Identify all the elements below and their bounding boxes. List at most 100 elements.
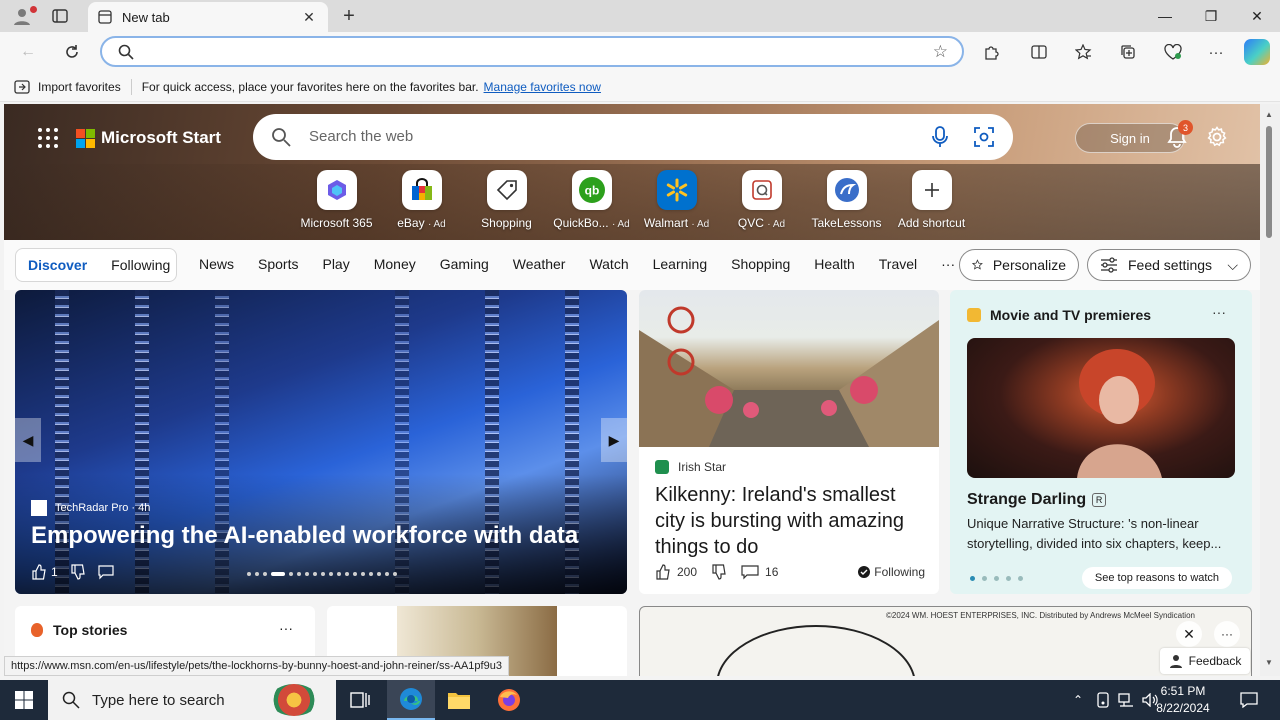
scroll-up-arrow-icon[interactable]: ▲ [1265,110,1273,119]
start-button[interactable] [0,680,48,720]
close-window-button[interactable]: ✕ [1234,0,1280,32]
tab-travel[interactable]: Travel [879,256,917,272]
shortcut-ebay[interactable]: eBay · Ad [379,170,464,230]
add-shortcut-button[interactable]: Add shortcut [889,170,974,230]
tab-weather[interactable]: Weather [513,256,566,272]
category-tabs: News Sports Play Money Gaming Weather Wa… [199,256,979,272]
carousel-dots[interactable] [247,572,401,576]
network-device-icon[interactable] [1094,680,1112,720]
scrollbar-thumb[interactable] [1266,126,1272,238]
comment-button[interactable] [98,564,114,580]
back-button[interactable]: ← [14,38,42,66]
taskbar-firefox[interactable] [485,680,533,720]
minimize-button[interactable]: — [1142,0,1188,32]
manage-favorites-link[interactable]: Manage favorites now [484,80,601,94]
visual-search-icon[interactable] [973,126,995,148]
favorites-button[interactable] [1068,38,1098,66]
movie-title-text: Strange Darling [967,491,1087,508]
comment-button[interactable]: 16 [741,564,778,580]
tab-following[interactable]: Following [99,257,182,273]
tab-money[interactable]: Money [374,256,416,272]
task-view-button[interactable] [336,680,384,720]
gear-icon[interactable] [1206,126,1228,148]
tab-learning[interactable]: Learning [653,256,708,272]
app-launcher-icon[interactable] [38,128,58,148]
close-icon[interactable]: ✕ [1176,621,1202,647]
edge-icon [400,688,422,710]
shortcut-microsoft-365[interactable]: Microsoft 365 [294,170,379,230]
page-scrollbar[interactable]: ▲ ▼ [1260,104,1280,676]
close-tab-icon[interactable]: ✕ [300,8,318,26]
personalize-button[interactable]: Personalize [959,249,1079,281]
action-center-button[interactable] [1234,680,1264,720]
more-options-icon[interactable]: ··· [1214,621,1240,647]
address-input[interactable] [142,42,902,62]
refresh-button[interactable] [58,38,86,66]
import-favorites-button[interactable]: Import favorites [14,80,121,94]
movie-premieres-card[interactable]: Movie and TV premieres ··· Strange Darli… [950,290,1252,594]
previous-slide-button[interactable]: ◀ [15,418,41,462]
story-headline[interactable]: Empowering the AI-enabled workforce with… [31,522,578,550]
tab-play[interactable]: Play [322,256,349,272]
shortcut-takelessons[interactable]: TakeLessons [804,170,889,230]
like-button[interactable]: 200 [655,564,697,580]
following-status[interactable]: Following [858,565,925,579]
show-hidden-icons[interactable]: ⌃ [1068,680,1088,720]
extensions-button[interactable] [976,38,1006,66]
tab-watch[interactable]: Watch [589,256,628,272]
notification-badge: 3 [1178,120,1193,135]
tab-gaming[interactable]: Gaming [440,256,489,272]
tab-sports[interactable]: Sports [258,256,298,272]
favorite-star-icon[interactable]: ☆ [933,42,948,62]
web-search-box[interactable]: Search the web [253,114,1013,160]
address-bar[interactable]: ☆ [100,36,964,67]
taskbar-edge[interactable] [387,680,435,720]
see-top-reasons-button[interactable]: See top reasons to watch [1082,567,1232,589]
profile-icon [14,9,30,25]
tab-health[interactable]: Health [814,256,854,272]
system-clock[interactable]: 6:51 PM 8/22/2024 [1138,683,1228,717]
card-more-button[interactable]: ··· [279,620,293,636]
card-more-button[interactable]: ··· [1212,304,1226,320]
microphone-icon[interactable] [931,126,949,148]
microsoft-start-logo[interactable]: Microsoft Start [76,128,221,148]
tab-actions-button[interactable] [46,4,74,28]
new-tab-button[interactable]: + [338,4,360,28]
navigation-bar: ← ☆ ··· [0,32,1280,72]
dislike-button[interactable] [70,564,86,580]
shortcut-shopping[interactable]: Shopping [464,170,549,230]
restore-button[interactable]: ❐ [1188,0,1234,32]
collections-button[interactable] [1113,38,1143,66]
featured-story-card[interactable]: ◀ ▶ TechRadar Pro · 4h Empowering the AI… [15,290,627,594]
device-icon [1097,692,1109,708]
tab-new-tab[interactable]: New tab ✕ [88,2,328,32]
dislike-button[interactable] [711,564,727,580]
next-slide-button[interactable]: ▶ [601,418,627,462]
microsoft-logo-icon [76,128,95,148]
shortcut-quickbooks[interactable]: qb QuickBo... · Ad [549,170,634,230]
more-categories-button[interactable]: ··· [941,256,955,272]
split-screen-button[interactable] [1024,38,1054,66]
taskbar-file-explorer[interactable] [435,680,483,720]
news-card-kilkenny[interactable]: Irish Star Kilkenny: Ireland's smallest … [639,290,939,594]
profile-button[interactable] [8,4,37,28]
tab-shopping[interactable]: Shopping [731,256,790,272]
clock-date: 8/22/2024 [1156,701,1210,715]
feedback-button[interactable]: Feedback [1160,648,1250,674]
network-icon[interactable] [1116,680,1136,720]
feed-settings-button[interactable]: Feed settings ⌵ [1087,249,1251,281]
scroll-down-arrow-icon[interactable]: ▼ [1265,658,1273,667]
taskbar-search-box[interactable]: Type here to search [48,680,336,720]
movie-title[interactable]: Strange Darling R [967,491,1107,509]
like-button[interactable]: 1 [31,564,58,580]
browser-essentials-button[interactable] [1158,38,1188,66]
copilot-icon[interactable] [1244,39,1270,65]
notifications-button[interactable]: 3 [1166,120,1193,150]
shortcut-qvc[interactable]: QVC · Ad [719,170,804,230]
tab-discover[interactable]: Discover [16,257,99,273]
tab-news[interactable]: News [199,256,234,272]
settings-and-more-button[interactable]: ··· [1201,38,1231,66]
card-pagination[interactable] [970,576,1030,581]
story-headline[interactable]: Kilkenny: Ireland's smallest city is bur… [655,482,925,560]
shortcut-walmart[interactable]: Walmart · Ad [634,170,719,230]
